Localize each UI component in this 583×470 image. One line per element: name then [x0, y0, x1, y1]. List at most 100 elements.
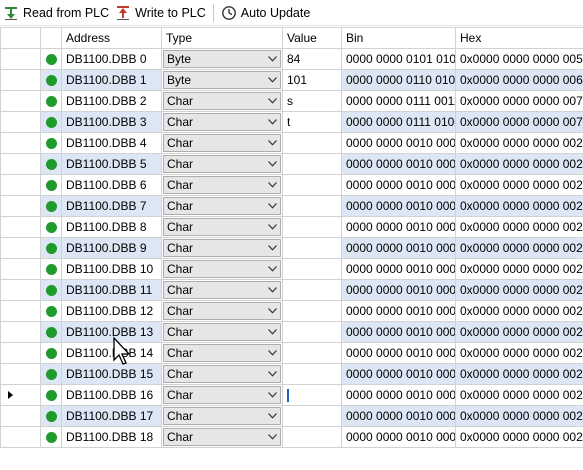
address-cell[interactable]: DB1100.DBB 0 [61, 48, 162, 70]
type-cell[interactable]: Char [161, 216, 283, 238]
value-cell[interactable] [282, 195, 342, 217]
value-cell[interactable] [282, 174, 342, 196]
type-dropdown[interactable]: Char [163, 281, 281, 299]
type-dropdown[interactable]: Char [163, 386, 281, 404]
row-selector[interactable] [0, 153, 41, 175]
table-row[interactable]: DB1100.DBB 11 Char 0000 0000 0010 0000 0x00… [0, 279, 583, 301]
type-dropdown[interactable]: Char [163, 428, 281, 446]
row-selector[interactable] [0, 279, 41, 301]
type-dropdown[interactable]: Char [163, 134, 281, 152]
address-cell[interactable]: DB1100.DBB 16 [61, 384, 162, 406]
address-cell[interactable]: DB1100.DBB 4 [61, 132, 162, 154]
type-cell[interactable]: Char [161, 132, 283, 154]
address-cell[interactable]: DB1100.DBB 6 [61, 174, 162, 196]
type-dropdown[interactable]: Byte [163, 71, 281, 89]
table-row[interactable]: DB1100.DBB 6 Char 0000 0000 0010 0000 0x000… [0, 174, 583, 196]
chevron-down-icon[interactable] [265, 156, 280, 172]
value-cell[interactable]: 101 [282, 69, 342, 91]
chevron-down-icon[interactable] [265, 303, 280, 319]
row-selector[interactable] [0, 321, 41, 343]
address-cell[interactable]: DB1100.DBB 7 [61, 195, 162, 217]
type-cell[interactable]: Char [161, 237, 283, 259]
type-dropdown[interactable]: Char [163, 92, 281, 110]
type-dropdown[interactable]: Char [163, 323, 281, 341]
table-row[interactable]: DB1100.DBB 14 Char 0000 0000 0010 0000 0x00… [0, 342, 583, 364]
type-dropdown[interactable]: Char [163, 155, 281, 173]
type-cell[interactable]: Char [161, 384, 283, 406]
type-cell[interactable]: Char [161, 321, 283, 343]
chevron-down-icon[interactable] [265, 324, 280, 340]
type-dropdown[interactable]: Char [163, 239, 281, 257]
row-selector[interactable] [0, 195, 41, 217]
address-cell[interactable]: DB1100.DBB 11 [61, 279, 162, 301]
type-dropdown[interactable]: Char [163, 218, 281, 236]
address-cell[interactable]: DB1100.DBB 5 [61, 153, 162, 175]
row-selector[interactable] [0, 174, 41, 196]
address-cell[interactable]: DB1100.DBB 10 [61, 258, 162, 280]
chevron-down-icon[interactable] [265, 366, 280, 382]
chevron-down-icon[interactable] [265, 387, 280, 403]
chevron-down-icon[interactable] [265, 135, 280, 151]
type-cell[interactable]: Byte [161, 69, 283, 91]
table-row[interactable]: DB1100.DBB 9 Char 0000 0000 0010 0000 0x000… [0, 237, 583, 259]
chevron-down-icon[interactable] [265, 429, 280, 445]
table-row[interactable]: DB1100.DBB 1 Byte 101 0000 0000 0110 0101 0x… [0, 69, 583, 91]
address-cell[interactable]: DB1100.DBB 3 [61, 111, 162, 133]
type-dropdown[interactable]: Char [163, 197, 281, 215]
row-selector[interactable] [0, 237, 41, 259]
type-dropdown[interactable]: Char [163, 407, 281, 425]
header-status[interactable] [40, 27, 62, 49]
table-row[interactable]: DB1100.DBB 15 Char 0000 0000 0010 0000 0x00… [0, 363, 583, 385]
value-cell[interactable] [282, 237, 342, 259]
header-value[interactable]: Value [282, 27, 342, 49]
type-cell[interactable]: Char [161, 363, 283, 385]
row-selector[interactable] [0, 258, 41, 280]
table-row[interactable]: DB1100.DBB 7 Char 0000 0000 0010 0000 0x000… [0, 195, 583, 217]
address-cell[interactable]: DB1100.DBB 8 [61, 216, 162, 238]
type-dropdown[interactable]: Char [163, 176, 281, 194]
address-cell[interactable]: DB1100.DBB 2 [61, 90, 162, 112]
table-row[interactable]: DB1100.DBB 13 Char 0000 0000 0010 0000 0x00… [0, 321, 583, 343]
address-cell[interactable]: DB1100.DBB 12 [61, 300, 162, 322]
table-row[interactable]: DB1100.DBB 12 Char 0000 0000 0010 0000 0x00… [0, 300, 583, 322]
value-cell[interactable]: 84 [282, 48, 342, 70]
table-row[interactable]: DB1100.DBB 0 Byte 84 0000 0000 0101 0100 0x0… [0, 48, 583, 70]
value-cell[interactable] [282, 321, 342, 343]
table-row[interactable]: DB1100.DBB 8 Char 0000 0000 0010 0000 0x000… [0, 216, 583, 238]
type-cell[interactable]: Char [161, 195, 283, 217]
header-hex[interactable]: Hex [455, 27, 583, 49]
header-selector[interactable] [0, 27, 41, 49]
type-cell[interactable]: Char [161, 90, 283, 112]
address-cell[interactable]: DB1100.DBB 15 [61, 363, 162, 385]
row-selector[interactable] [0, 426, 41, 448]
read-from-plc-button[interactable]: Read from PLC [0, 2, 112, 24]
value-cell[interactable] [282, 279, 342, 301]
row-selector[interactable] [0, 111, 41, 133]
type-cell[interactable]: Char [161, 258, 283, 280]
chevron-down-icon[interactable] [265, 114, 280, 130]
table-row[interactable]: DB1100.DBB 3 Char t 0000 0000 0111 0100 0x00… [0, 111, 583, 133]
chevron-down-icon[interactable] [265, 93, 280, 109]
row-selector[interactable] [0, 90, 41, 112]
table-row[interactable]: DB1100.DBB 2 Char s 0000 0000 0111 0011 0x00… [0, 90, 583, 112]
value-cell[interactable] [282, 132, 342, 154]
type-cell[interactable]: Char [161, 279, 283, 301]
chevron-down-icon[interactable] [265, 345, 280, 361]
address-cell[interactable]: DB1100.DBB 17 [61, 405, 162, 427]
row-selector[interactable] [0, 216, 41, 238]
table-row[interactable]: DB1100.DBB 5 Char 0000 0000 0010 0000 0x000… [0, 153, 583, 175]
type-cell[interactable]: Char [161, 342, 283, 364]
row-selector[interactable] [0, 69, 41, 91]
address-cell[interactable]: DB1100.DBB 1 [61, 69, 162, 91]
type-cell[interactable]: Char [161, 405, 283, 427]
value-cell[interactable] [282, 426, 342, 448]
table-row[interactable]: DB1100.DBB 10 Char 0000 0000 0010 0000 0x00… [0, 258, 583, 280]
row-selector[interactable] [0, 384, 41, 406]
address-cell[interactable]: DB1100.DBB 14 [61, 342, 162, 364]
type-dropdown[interactable]: Char [163, 113, 281, 131]
value-cell[interactable] [282, 153, 342, 175]
value-cell[interactable] [282, 300, 342, 322]
chevron-down-icon[interactable] [265, 51, 280, 67]
chevron-down-icon[interactable] [265, 261, 280, 277]
value-cell[interactable] [282, 363, 342, 385]
